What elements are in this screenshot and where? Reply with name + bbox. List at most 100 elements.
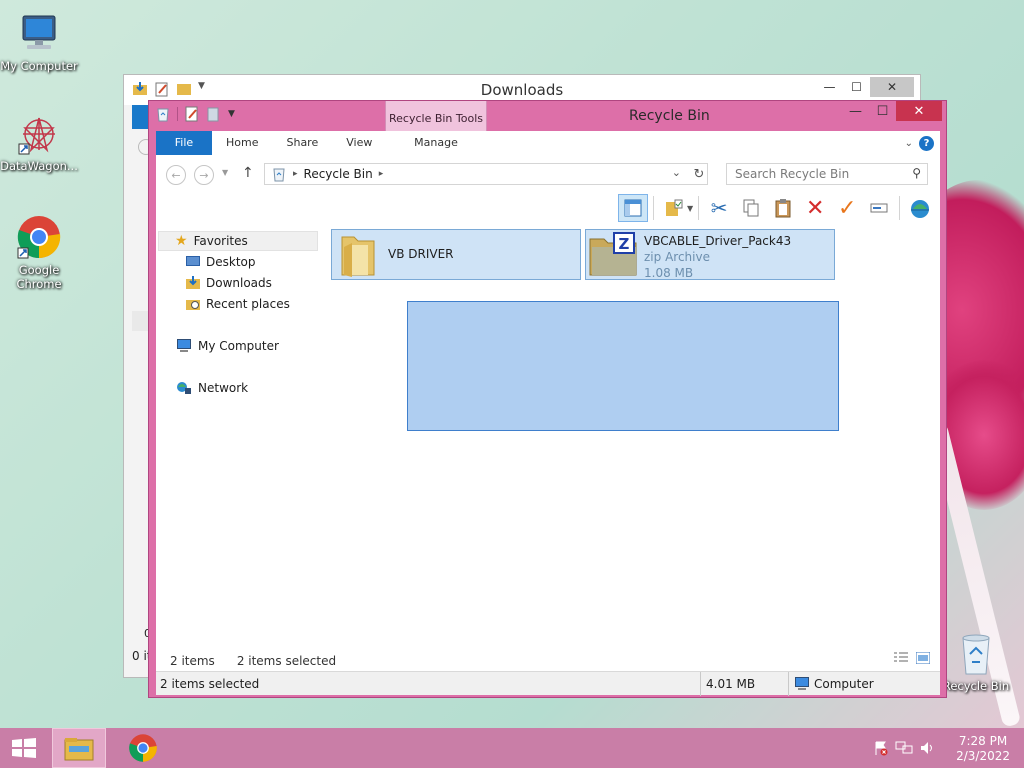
large-icons-view-icon[interactable]	[916, 652, 930, 664]
internet-options-button[interactable]	[905, 194, 935, 222]
breadcrumb-separator-icon[interactable]: ▸	[379, 169, 384, 179]
help-icon[interactable]: ?	[919, 135, 934, 151]
zip-archive-icon: Z	[589, 232, 637, 276]
chrome-icon	[129, 734, 157, 762]
address-dropdown-icon[interactable]: ⌄	[672, 166, 681, 179]
folder-options-button[interactable]	[659, 194, 689, 222]
maximize-button[interactable]: ☐	[869, 101, 896, 121]
tab-manage[interactable]: Manage	[385, 131, 487, 155]
copy-button[interactable]	[736, 194, 766, 222]
search-icon[interactable]: ⚲	[912, 166, 921, 180]
address-box[interactable]: ▸ Recycle Bin ▸ ⌄	[264, 163, 708, 185]
breadcrumb-separator-icon: ▸	[293, 169, 298, 179]
status-selected: 2 items selected	[160, 677, 260, 691]
cut-button[interactable]: ✂	[704, 194, 734, 222]
file-name: VB DRIVER	[388, 247, 454, 261]
nav-label: Desktop	[206, 254, 256, 269]
desktop-icon-label: Recycle Bin	[942, 679, 1010, 693]
maximize-button[interactable]: ☐	[843, 77, 870, 97]
pane-status: 2 items 2 items selected	[170, 654, 336, 668]
desktop-icon-chrome[interactable]: Google Chrome	[0, 214, 79, 291]
chevron-down-icon[interactable]: ▼	[687, 204, 693, 213]
computer-icon	[795, 677, 809, 690]
minimize-button[interactable]: —	[842, 101, 869, 121]
breadcrumb-recycle-bin[interactable]: Recycle Bin	[304, 167, 373, 181]
tab-share[interactable]: Share	[272, 131, 332, 155]
nav-label: Favorites	[193, 234, 248, 248]
selection-marquee	[407, 301, 839, 431]
clipboard-icon	[775, 199, 791, 218]
delete-button[interactable]: ✕	[800, 194, 830, 222]
recent-places-icon	[186, 299, 200, 310]
nav-item-recent-places[interactable]: Recent places	[158, 293, 318, 314]
close-button[interactable]: ✕	[870, 77, 914, 97]
nav-label: Recent places	[206, 296, 290, 311]
tab-file[interactable]: File	[156, 131, 212, 155]
desktop-icon-datawagon[interactable]: DataWagon...	[0, 112, 79, 173]
start-windows-icon[interactable]	[8, 736, 40, 760]
svg-text:Z: Z	[619, 235, 630, 253]
search-placeholder: Search Recycle Bin	[735, 167, 850, 181]
new-folder-icon[interactable]	[206, 106, 222, 122]
file-item-vb-driver[interactable]: VB DRIVER	[331, 229, 581, 280]
datawagon-logo-icon	[18, 117, 55, 155]
nav-item-desktop[interactable]: Desktop	[158, 251, 318, 272]
recent-locations-chevron-icon[interactable]: ▼	[222, 168, 228, 177]
tab-home[interactable]: Home	[212, 131, 272, 155]
restore-button[interactable]: ✓	[832, 194, 862, 222]
paste-button[interactable]	[768, 194, 798, 222]
quick-access-toolbar: ▼	[155, 106, 235, 122]
view-switcher	[894, 652, 930, 664]
taskbar: 7:28 PM 2/3/2022	[0, 728, 1024, 768]
details-view-icon[interactable]	[894, 652, 908, 664]
taskbar-file-explorer[interactable]	[52, 728, 106, 768]
recycle-bin-window[interactable]: Recycle Bin Tools ▼ Recycle Bin — ☐ ✕ Fi…	[148, 100, 947, 698]
globe-icon	[911, 200, 930, 218]
address-bar-row: ← → ▼ ↑ ▸ Recycle Bin ▸ ⌄ ↻ Search Recyc…	[156, 159, 940, 189]
expand-ribbon-icon[interactable]: ⌄	[905, 138, 913, 149]
nav-network[interactable]: Network	[158, 377, 318, 398]
clock-time: 7:28 PM	[958, 734, 1008, 748]
rename-button[interactable]	[864, 194, 894, 222]
network-tray-icon[interactable]	[895, 740, 913, 756]
nav-favorites[interactable]: ★ Favorites	[158, 231, 318, 251]
back-button[interactable]: ←	[166, 165, 186, 185]
nav-my-computer[interactable]: My Computer	[158, 335, 318, 356]
preview-pane-button[interactable]	[618, 194, 648, 222]
chevron-down-icon[interactable]: ▼	[228, 109, 235, 119]
recycle-bin-titlebar[interactable]: ▼ Recycle Bin — ☐ ✕	[149, 101, 946, 128]
properties-icon[interactable]	[184, 106, 200, 122]
downloads-title: Downloads	[480, 81, 564, 99]
chrome-icon	[17, 216, 61, 259]
clock[interactable]: 7:28 PM 2/3/2022	[956, 734, 1010, 764]
command-toolbar: ▼ ✂ ✕ ✓	[618, 193, 935, 223]
window-title: Recycle Bin	[629, 108, 710, 124]
taskbar-chrome[interactable]	[116, 728, 170, 768]
file-item-vbcable-zip[interactable]: Z VBCABLE_Driver_Pack43 zip Archive 1.08…	[585, 229, 835, 280]
file-explorer-icon	[64, 738, 94, 761]
forward-button[interactable]: →	[194, 165, 214, 185]
action-center-flag-icon[interactable]	[873, 740, 889, 756]
recycle-bin-icon	[962, 634, 990, 675]
download-folder-icon	[186, 275, 200, 289]
nav-item-downloads[interactable]: Downloads	[158, 272, 318, 293]
scissors-icon: ✂	[710, 196, 728, 220]
folder-options-icon	[666, 199, 683, 216]
nav-label: My Computer	[198, 338, 279, 353]
desktop-icon-label: Google Chrome	[16, 263, 62, 291]
volume-icon[interactable]	[919, 740, 935, 756]
search-input[interactable]: Search Recycle Bin ⚲	[726, 163, 928, 185]
desktop-icon-label: My Computer	[0, 59, 78, 73]
status-location: Computer	[814, 677, 874, 691]
desktop-icon-label: DataWagon...	[0, 159, 78, 173]
recycle-bin-small-icon[interactable]	[155, 106, 171, 122]
status-size: 4.01 MB	[706, 677, 756, 691]
up-arrow-icon[interactable]: ↑	[242, 165, 254, 181]
desktop-icon-my-computer[interactable]: My Computer	[0, 12, 79, 73]
folder-icon	[341, 236, 375, 277]
tab-view[interactable]: View	[332, 131, 386, 155]
close-button[interactable]: ✕	[896, 101, 942, 121]
desktop-icon-recycle-bin[interactable]: Recycle Bin	[936, 632, 1016, 693]
refresh-button[interactable]: ↻	[688, 163, 710, 185]
minimize-button[interactable]: —	[816, 77, 843, 97]
